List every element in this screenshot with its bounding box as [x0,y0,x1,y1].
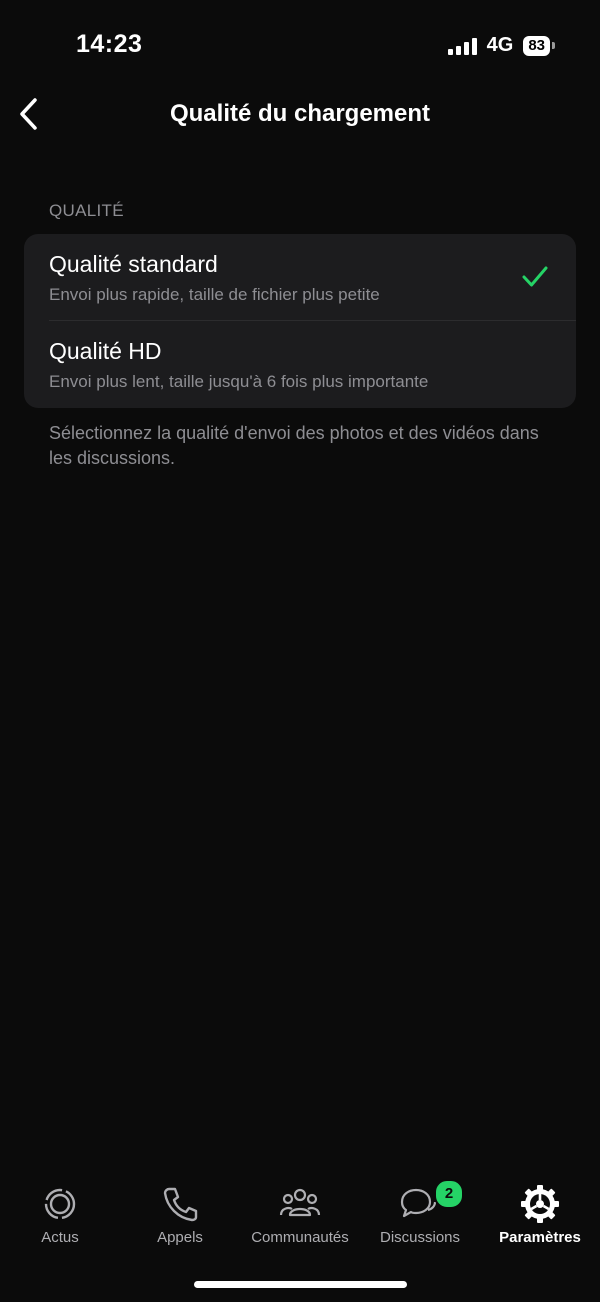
page-title: Qualité du chargement [169,100,431,127]
option-subtitle: Envoi plus lent, taille jusqu'à 6 fois p… [49,372,429,391]
status-indicators: 4G 83 [447,34,555,57]
tab-discussions[interactable]: 2 Discussions [360,1165,480,1255]
tab-parametres[interactable]: Paramètres [480,1165,600,1255]
option-subtitle: Envoi plus rapide, taille de fichier plu… [49,285,380,304]
section-header: QUALITÉ [49,201,124,220]
option-title: Qualité HD [49,338,162,364]
status-bar: 14:23 4G 83 [0,0,600,90]
option-hd-quality[interactable]: Qualité HD Envoi plus lent, taille jusqu… [24,321,576,408]
tab-label: Communautés [251,1229,349,1246]
home-indicator[interactable] [194,1281,407,1288]
communities-icon [279,1188,321,1217]
tab-label: Appels [157,1229,203,1246]
tab-appels[interactable]: Appels [120,1165,240,1255]
quality-options: Qualité standard Envoi plus rapide, tail… [24,234,576,408]
status-time: 14:23 [76,30,143,58]
tab-actus[interactable]: Actus [0,1165,120,1255]
checkmark-icon [522,266,548,287]
tab-bar: Actus Appels Communautés 2 Discussions P… [0,1165,600,1265]
settings-icon [521,1185,559,1223]
battery-level: 83 [528,36,545,54]
signal-icon [447,37,477,55]
tab-label: Discussions [379,1229,461,1246]
tab-label: Paramètres [499,1229,581,1246]
tab-communautes[interactable]: Communautés [240,1165,360,1255]
phone-icon [163,1187,198,1222]
option-standard-quality[interactable]: Qualité standard Envoi plus rapide, tail… [24,234,576,321]
battery-icon: 83 [523,35,555,56]
section-footer: Sélectionnez la qualité d'envoi des phot… [49,423,539,468]
network-type: 4G [486,34,514,56]
option-title: Qualité standard [49,251,218,277]
navigation-bar: Qualité du chargement [0,88,600,144]
status-icon [44,1188,76,1220]
tab-label: Actus [41,1229,79,1246]
unread-badge: 2 [434,1179,464,1209]
